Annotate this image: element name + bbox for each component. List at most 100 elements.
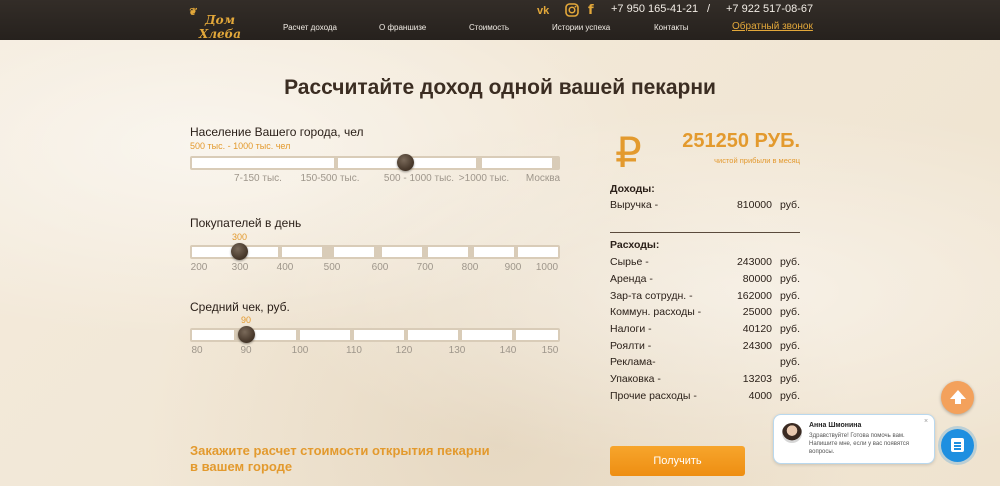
phone-number-1[interactable]: +7 950 165-41-21 xyxy=(611,3,698,15)
population-tick: 500 - 1000 тыс. xyxy=(383,173,455,184)
close-icon[interactable]: × xyxy=(924,418,928,425)
expense-row: Коммун. расходы - 25000 руб. xyxy=(610,306,800,322)
site-header: ❦ Дом Хлеба Расчет дохода О франшизе Сто… xyxy=(0,0,1000,41)
slider-segment xyxy=(518,247,558,257)
nav-item-contacts[interactable]: Контакты xyxy=(654,23,689,32)
expense-row: Упаковка - 13203 руб. xyxy=(610,373,800,389)
slider-segment xyxy=(354,330,404,340)
check-tick: 110 xyxy=(346,345,362,356)
expenses-title: Расходы: xyxy=(610,239,660,251)
row-currency: руб. xyxy=(779,340,800,352)
slider-segment xyxy=(300,330,350,340)
row-name: Сырье - xyxy=(610,256,649,268)
row-currency: руб. xyxy=(779,306,800,318)
slider-segment xyxy=(334,247,374,257)
nav-item-cost[interactable]: Стоимость xyxy=(469,23,509,32)
check-tick: 80 xyxy=(191,345,203,356)
row-name: Роялти - xyxy=(610,340,652,352)
row-value: 243000 xyxy=(736,256,772,268)
expense-row: Налоги - 40120 руб. xyxy=(610,323,800,339)
nav-item-income[interactable]: Расчет дохода xyxy=(283,23,337,32)
chat-open-button[interactable] xyxy=(941,429,974,462)
customers-tick: 800 xyxy=(461,262,479,273)
arrow-up-icon xyxy=(950,390,966,404)
row-name: Аренда - xyxy=(610,273,653,285)
nav-item-franchise[interactable]: О франшизе xyxy=(379,23,426,32)
customers-slider-handle[interactable] xyxy=(231,243,248,260)
customers-tick: 1000 xyxy=(535,262,559,273)
page-title: Рассчитайте доход одной вашей пекарни xyxy=(284,76,716,99)
instagram-icon[interactable] xyxy=(565,3,579,20)
slider-segment xyxy=(482,158,552,168)
nav-item-stories[interactable]: Истории успеха xyxy=(552,23,610,32)
check-tick: 90 xyxy=(240,345,252,356)
row-name: Коммун. расходы - xyxy=(610,306,702,318)
customers-tick: 500 xyxy=(323,262,341,273)
row-value: 24300 xyxy=(742,340,772,352)
customers-tick: 700 xyxy=(416,262,434,273)
expense-row: Аренда - 80000 руб. xyxy=(610,273,800,289)
row-currency: руб. xyxy=(779,323,800,335)
chat-icon xyxy=(951,438,964,452)
check-slider-handle[interactable] xyxy=(238,326,255,343)
row-currency: руб. xyxy=(779,290,800,302)
get-button[interactable]: Получить xyxy=(610,446,745,476)
expense-row: Сырье - 243000 руб. xyxy=(610,256,800,272)
population-slider-track[interactable] xyxy=(190,156,560,170)
population-tick: Москва xyxy=(525,173,561,184)
row-value: 40120 xyxy=(742,323,772,335)
customers-tick: 300 xyxy=(231,262,249,273)
row-currency: руб. xyxy=(779,356,800,368)
slider-segment xyxy=(474,247,514,257)
check-tick: 130 xyxy=(448,345,466,356)
logo[interactable]: ❦ Дом Хлеба xyxy=(188,4,246,41)
customers-tick: 600 xyxy=(371,262,389,273)
logo-text: Дом Хлеба xyxy=(198,13,242,41)
row-currency: руб. xyxy=(779,273,800,285)
check-selected-value: 90 xyxy=(241,315,252,325)
callback-link[interactable]: Обратный звонок xyxy=(732,21,813,32)
expense-row: Реклама-руб. xyxy=(610,356,800,372)
customers-tick: 900 xyxy=(504,262,522,273)
row-value: 4000 xyxy=(748,390,772,402)
phone-number-2[interactable]: +7 922 517-08-67 xyxy=(726,3,813,15)
ruble-icon: ₽ xyxy=(615,128,642,177)
net-profit-caption: чистой прибыли в месяц xyxy=(714,156,800,165)
check-tick: 140 xyxy=(499,345,517,356)
order-calculation-text: Закажите расчет стоимости открытия пекар… xyxy=(190,443,490,474)
row-currency: руб. xyxy=(779,256,800,268)
summary-divider xyxy=(610,232,800,233)
slider-segment xyxy=(428,247,468,257)
phone-separator: / xyxy=(707,3,711,15)
row-name: Налоги - xyxy=(610,323,652,335)
customers-tick: 200 xyxy=(190,262,208,273)
income-title: Доходы: xyxy=(610,183,655,195)
expense-row: Прочие расходы - 4000 руб. xyxy=(610,390,800,406)
chat-popup[interactable]: Анна Шмонина Здравствуйте! Готова помочь… xyxy=(773,414,935,464)
population-slider-handle[interactable] xyxy=(397,154,414,171)
slider-segment xyxy=(192,330,234,340)
row-value: 810000 xyxy=(736,199,772,211)
row-name: Зар-та сотрудн. - xyxy=(610,290,693,302)
avatar xyxy=(782,423,802,443)
row-currency: руб. xyxy=(779,199,800,211)
slider-segment xyxy=(192,158,334,168)
slider-segment xyxy=(282,247,322,257)
population-tick: >1000 тыс. xyxy=(458,173,510,184)
row-currency: руб. xyxy=(779,390,800,402)
check-tick: 150 xyxy=(541,345,559,356)
net-profit-value: 251250 РУБ. xyxy=(682,130,800,152)
expense-row: Зар-та сотрудн. - 162000 руб. xyxy=(610,290,800,306)
slider-segment xyxy=(382,247,422,257)
facebook-icon[interactable]: f xyxy=(588,3,594,18)
check-tick: 100 xyxy=(291,345,309,356)
customers-tick: 400 xyxy=(276,262,294,273)
row-value: 162000 xyxy=(736,290,772,302)
population-label: Население Вашего города, чел xyxy=(190,125,364,139)
slider-segment xyxy=(192,247,234,257)
vk-icon[interactable]: vk xyxy=(537,5,549,17)
scroll-up-button[interactable] xyxy=(941,381,974,414)
check-label: Средний чек, руб. xyxy=(190,300,290,314)
row-currency: руб. xyxy=(779,373,800,385)
customers-label: Покупателей в день xyxy=(190,216,302,230)
